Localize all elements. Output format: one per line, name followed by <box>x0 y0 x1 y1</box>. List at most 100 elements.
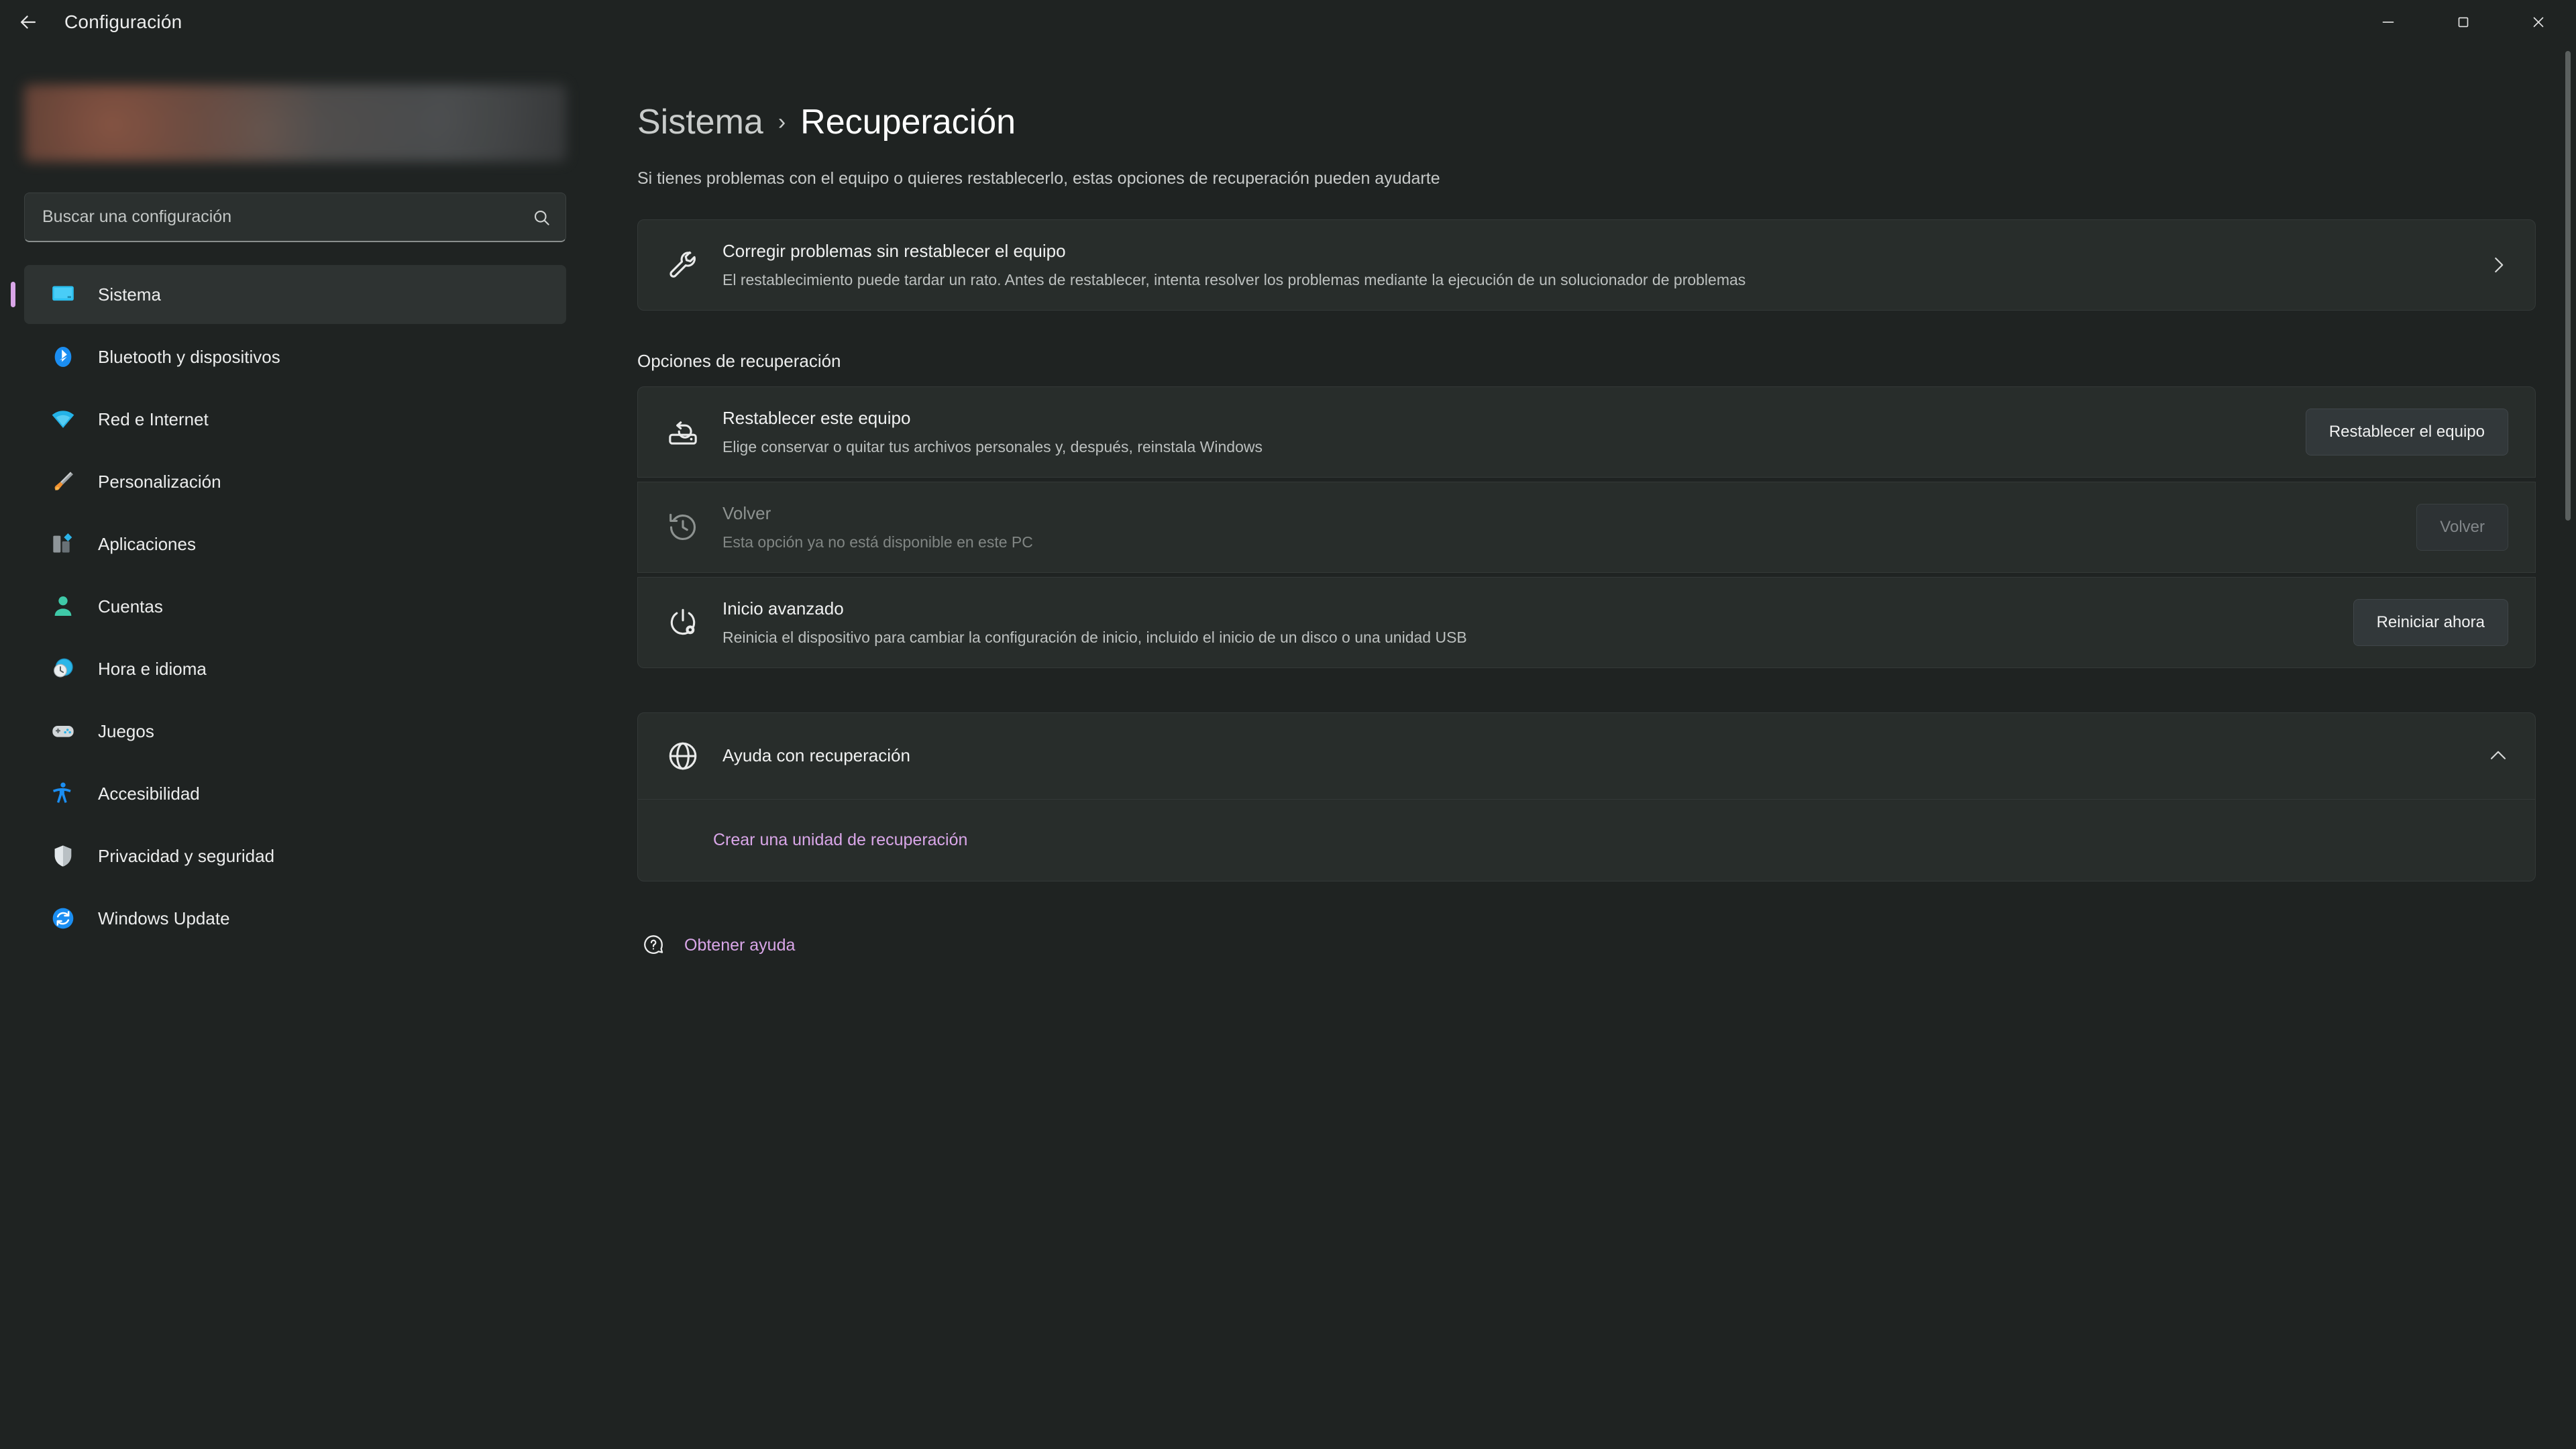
sidebar: Sistema Bluetooth y dispositivos <box>0 44 590 1449</box>
help-expander-title: Ayuda con recuperación <box>722 745 910 766</box>
option-row: Inicio avanzado Reinicia el dispositivo … <box>638 578 2535 667</box>
sidebar-item-cuentas[interactable]: Cuentas <box>24 577 566 636</box>
clock-globe-icon <box>48 654 78 684</box>
paintbrush-icon <box>48 467 78 496</box>
section-title-recovery-options: Opciones de recuperación <box>637 351 841 371</box>
sidebar-item-label: Privacidad y seguridad <box>98 845 275 866</box>
option-text: Volver Esta opción ya no está disponible… <box>722 502 2416 552</box>
sidebar-item-personalizacion[interactable]: Personalización <box>24 452 566 511</box>
sidebar-item-label: Bluetooth y dispositivos <box>98 346 280 367</box>
account-icon <box>48 592 78 621</box>
option-subtitle: Reinicia el dispositivo para cambiar la … <box>722 628 1467 646</box>
sidebar-item-juegos[interactable]: Juegos <box>24 702 566 761</box>
chevron-up-icon[interactable] <box>2488 746 2508 766</box>
sidebar-item-label: Personalización <box>98 471 221 492</box>
clock-globe-icon-glyph <box>54 658 73 678</box>
sidebar-item-red-e-internet[interactable]: Red e Internet <box>24 390 566 449</box>
sidebar-item-label: Red e Internet <box>98 409 209 429</box>
option-row: Restablecer este equipo Elige conservar … <box>638 387 2535 477</box>
globe-icon-glyph <box>669 742 697 770</box>
sidebar-item-windows-update[interactable]: Windows Update <box>24 889 566 948</box>
close-button[interactable] <box>2501 0 2576 44</box>
help-question-icon <box>641 933 665 957</box>
sidebar-item-sistema[interactable]: Sistema <box>24 265 566 324</box>
wrench-icon <box>665 247 701 283</box>
history-back-icon <box>665 509 701 545</box>
search-input[interactable] <box>24 193 566 242</box>
sidebar-item-label: Sistema <box>98 284 161 305</box>
option-title: Volver <box>722 503 771 524</box>
reset-pc-icon-glyph <box>669 421 697 445</box>
breadcrumb-separator: › <box>777 109 786 135</box>
gamepad-icon <box>48 716 78 746</box>
shield-icon-glyph <box>54 845 72 867</box>
advanced-startup-icon-glyph <box>670 608 696 635</box>
reset-pc-button[interactable]: Restablecer el equipo <box>2305 409 2508 455</box>
option-subtitle: Elige conservar o quitar tus archivos pe… <box>722 437 1263 455</box>
sidebar-item-privacidad-y-seguridad[interactable]: Privacidad y seguridad <box>24 826 566 885</box>
help-expander-body: Crear una unidad de recuperación <box>638 799 2535 881</box>
maximize-button[interactable] <box>2426 0 2501 44</box>
user-profile-blurred[interactable] <box>24 85 566 162</box>
maximize-icon <box>2458 17 2469 28</box>
content-scrollbar[interactable] <box>2565 51 2571 521</box>
sidebar-item-label: Hora e idioma <box>98 658 207 679</box>
recovery-options-group: Restablecer este equipo Elige conservar … <box>637 386 2536 668</box>
sidebar-item-label: Juegos <box>98 720 154 741</box>
get-help-link[interactable]: Obtener ayuda <box>684 936 795 955</box>
sidebar-item-label: Accesibilidad <box>98 783 200 804</box>
footer-links: Obtener ayuda <box>637 920 2536 970</box>
arrow-left-icon <box>20 15 36 29</box>
troubleshoot-title: Corregir problemas sin restablecer el eq… <box>722 241 1066 262</box>
globe-icon <box>665 738 701 774</box>
accessibility-icon <box>48 779 78 808</box>
option-title: Restablecer este equipo <box>722 408 911 429</box>
chevron-right-icon[interactable] <box>2488 255 2508 275</box>
page-description: Si tienes problemas con el equipo o quie… <box>637 169 1440 188</box>
sidebar-item-label: Windows Update <box>98 908 230 928</box>
search-container <box>24 193 566 242</box>
minimize-icon <box>2382 21 2394 23</box>
option-subtitle: Esta opción ya no está disponible en est… <box>722 533 1033 551</box>
system-icon <box>48 280 78 309</box>
accessibility-icon-glyph <box>53 782 71 803</box>
troubleshoot-text: Corregir problemas sin restablecer el eq… <box>722 239 2488 290</box>
sidebar-item-aplicaciones[interactable]: Aplicaciones <box>24 515 566 574</box>
bluetooth-icon <box>48 342 78 372</box>
back-button[interactable] <box>0 0 56 44</box>
close-icon <box>2533 17 2544 28</box>
restart-now-button[interactable]: Reiniciar ahora <box>2353 599 2508 646</box>
update-icon <box>48 904 78 933</box>
history-back-icon-glyph <box>669 513 696 541</box>
option-card-reset-pc: Restablecer este equipo Elige conservar … <box>637 386 2536 478</box>
reset-pc-icon <box>665 414 701 450</box>
breadcrumb-parent[interactable]: Sistema <box>637 102 763 142</box>
wrench-icon-glyph <box>669 251 696 278</box>
minimize-button[interactable] <box>2351 0 2426 44</box>
go-back-button: Volver <box>2416 504 2508 551</box>
sidebar-item-label: Aplicaciones <box>98 533 196 554</box>
sidebar-item-bluetooth-y-dispositivos[interactable]: Bluetooth y dispositivos <box>24 327 566 386</box>
troubleshoot-subtitle: El restablecimiento puede tardar un rato… <box>722 270 1746 288</box>
help-expander-text: Ayuda con recuperación <box>722 744 2488 767</box>
footer-link-get-help[interactable]: Obtener ayuda <box>637 920 2536 970</box>
troubleshoot-row[interactable]: Corregir problemas sin restablecer el eq… <box>638 220 2535 310</box>
wifi-icon <box>48 405 78 434</box>
bluetooth-icon-glyph <box>54 347 72 367</box>
window-controls <box>2351 0 2576 44</box>
option-title: Inicio avanzado <box>722 598 844 619</box>
sidebar-item-accesibilidad[interactable]: Accesibilidad <box>24 764 566 823</box>
app-title: Configuración <box>64 11 182 32</box>
help-expander-header[interactable]: Ayuda con recuperación <box>638 713 2535 799</box>
page-title: Recuperación <box>800 103 1016 142</box>
shield-icon <box>48 841 78 871</box>
troubleshoot-card[interactable]: Corregir problemas sin restablecer el eq… <box>637 219 2536 311</box>
account-icon-glyph <box>54 596 72 616</box>
create-recovery-drive-link[interactable]: Crear una unidad de recuperación <box>713 830 967 849</box>
option-text: Inicio avanzado Reinicia el dispositivo … <box>722 597 2353 647</box>
advanced-startup-icon <box>665 604 701 641</box>
option-card-advanced-startup: Inicio avanzado Reinicia el dispositivo … <box>637 577 2536 668</box>
title-bar: Configuración <box>0 0 2576 44</box>
app-shell: Sistema Bluetooth y dispositivos <box>0 44 2576 1449</box>
sidebar-item-hora-e-idioma[interactable]: Hora e idioma <box>24 639 566 698</box>
